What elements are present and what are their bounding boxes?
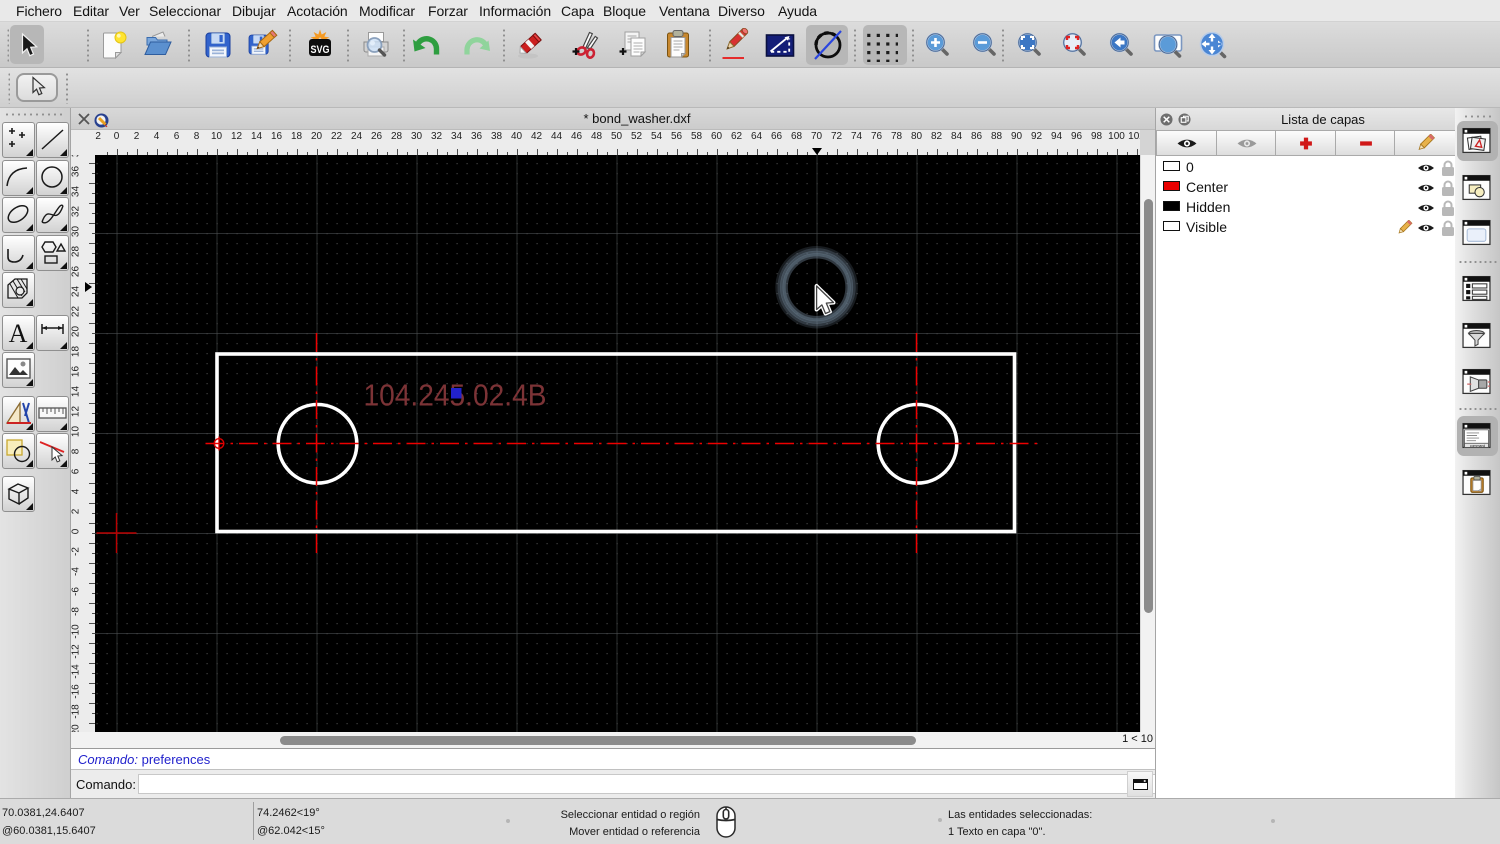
svg-text:A: A <box>9 319 28 348</box>
svg-text:SVG: SVG <box>311 44 330 56</box>
svg-text:command: command <box>1470 444 1485 448</box>
